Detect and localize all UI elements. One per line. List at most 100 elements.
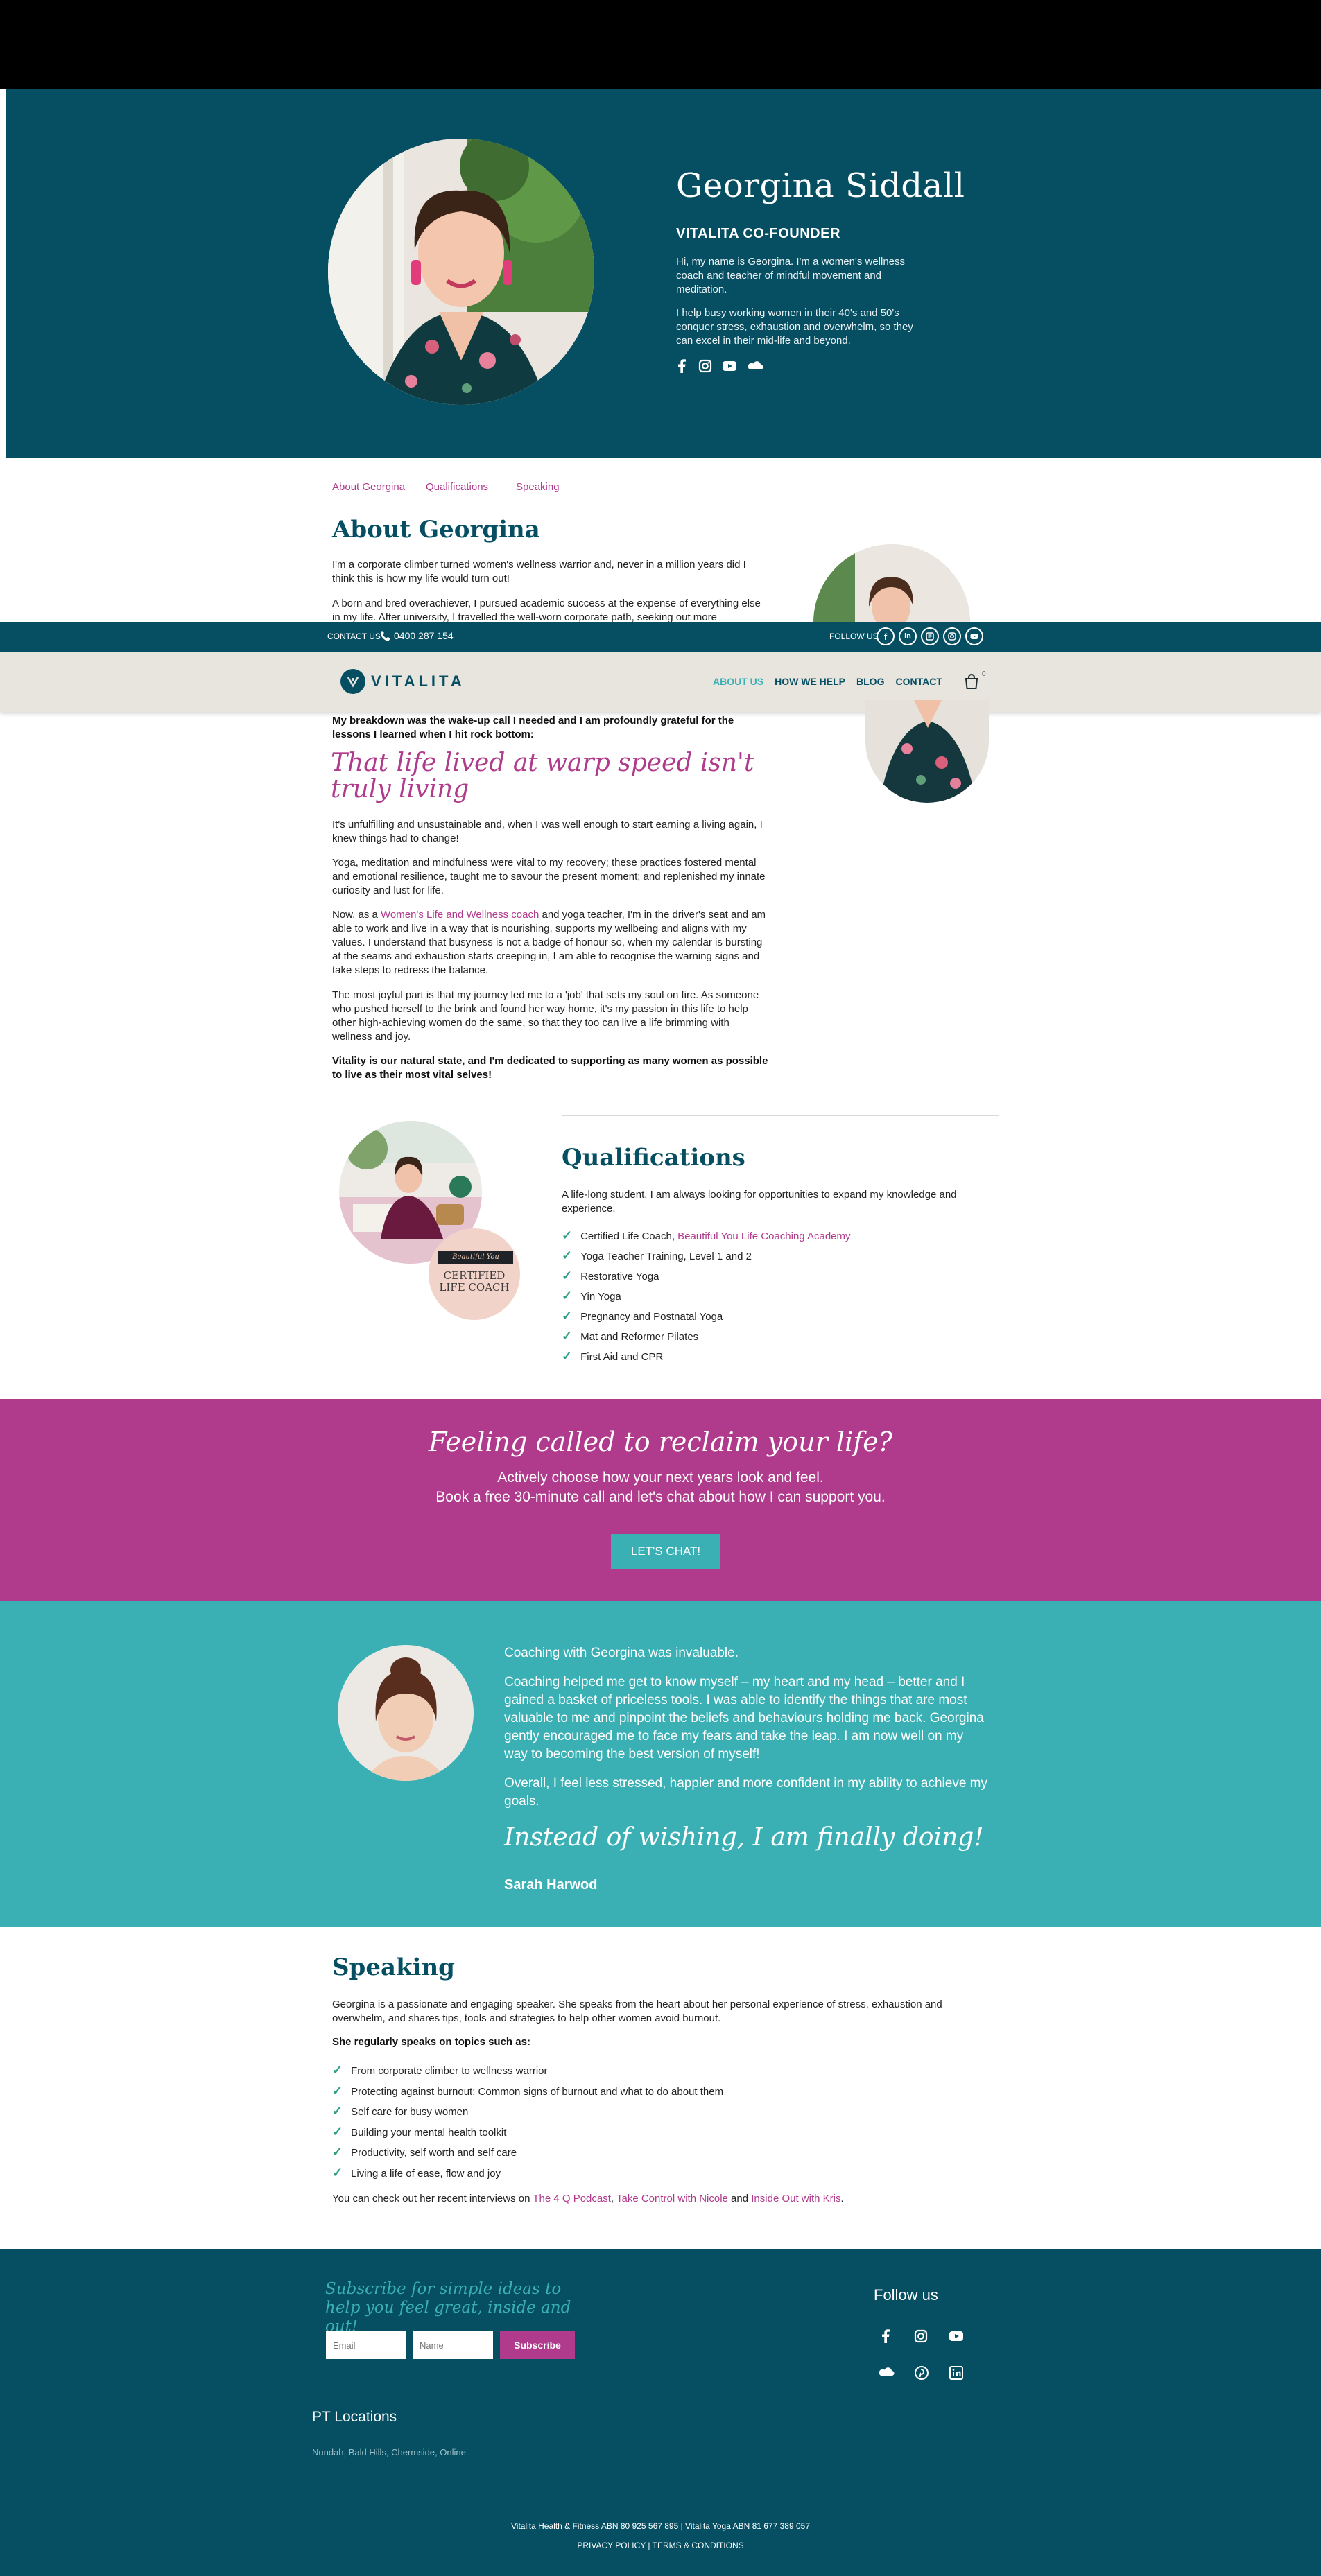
subscribe-heading: Subscribe for simple ideas to help you f… xyxy=(325,2280,571,2335)
footer: Subscribe for simple ideas to help you f… xyxy=(0,2249,1321,2576)
phone-link[interactable]: 0400 287 154 xyxy=(394,630,454,641)
linkedin-icon[interactable]: in xyxy=(899,627,917,645)
check-icon: ✓ xyxy=(332,2104,343,2118)
contact-us-label: CONTACT US xyxy=(327,632,381,641)
legal-text: Vitalita Health & Fitness ABN 80 925 567… xyxy=(511,2521,810,2531)
about-p5-text-a: Now, as a xyxy=(332,909,381,921)
testimonial-lead: Coaching with Georgina was invaluable. xyxy=(504,1646,739,1660)
cta-section: Feeling called to reclaim your life? Act… xyxy=(0,1399,1321,1601)
nav-about-us[interactable]: ABOUT US xyxy=(713,676,763,687)
check-icon: ✓ xyxy=(562,1289,573,1303)
badge-title: CERTIFIED LIFE COACH xyxy=(439,1269,510,1294)
about-p1: I'm a corporate climber turned women's w… xyxy=(332,559,746,584)
check-icon: ✓ xyxy=(332,2124,343,2139)
instagram-icon[interactable] xyxy=(914,2329,928,2347)
interviews-and: and xyxy=(727,2193,752,2204)
anchor-qualifications[interactable]: Qualifications xyxy=(426,481,516,493)
list-item: ✓ Yin Yoga xyxy=(562,1289,851,1309)
anchor-about[interactable]: About Georgina xyxy=(332,481,426,493)
list-item: ✓ First Aid and CPR xyxy=(562,1349,851,1369)
check-icon: ✓ xyxy=(562,1269,573,1282)
certified-life-coach-badge: Beautiful You CERTIFIED LIFE COACH xyxy=(429,1228,520,1320)
facebook-icon[interactable]: f xyxy=(877,627,895,645)
beautiful-you-link[interactable]: Beautiful You Life Coaching Academy xyxy=(677,1230,850,1242)
wellness-coach-link[interactable]: Women's Life and Wellness coach xyxy=(381,909,539,921)
check-icon: ✓ xyxy=(332,2165,343,2179)
cart-icon[interactable] xyxy=(964,673,979,693)
cta-line-2: Book a free 30-minute call and let's cha… xyxy=(435,1489,886,1505)
nav-contact[interactable]: CONTACT xyxy=(895,676,942,687)
testimonial-author: Sarah Harwod xyxy=(504,1877,598,1892)
hero-intro-2: I help busy working women in their 40's … xyxy=(676,307,913,347)
phone-icon xyxy=(380,630,391,646)
terms-link[interactable]: TERMS & CONDITIONS xyxy=(653,2541,744,2550)
topic-text: Living a life of ease, flow and joy xyxy=(351,2167,501,2179)
cta-line-1: Actively choose how your next years look… xyxy=(497,1470,824,1486)
soundcloud-icon[interactable] xyxy=(878,2365,895,2384)
list-item: ✓ Living a life of ease, flow and joy xyxy=(332,2166,723,2186)
qualification-text: Yin Yoga xyxy=(580,1291,621,1303)
check-icon: ✓ xyxy=(562,1309,573,1323)
linkedin-icon[interactable] xyxy=(949,2365,964,2384)
interviews-period: . xyxy=(840,2193,844,2204)
topic-text: Building your mental health toolkit xyxy=(351,2126,507,2139)
inside-out-link[interactable]: Inside Out with Kris xyxy=(751,2193,840,2204)
vitalita-logo-text: VITALITA xyxy=(371,672,465,690)
list-item: ✓ Certified Life Coach, Beautiful You Lif… xyxy=(562,1228,851,1248)
check-icon: ✓ xyxy=(562,1248,573,1262)
youtube-icon[interactable] xyxy=(965,627,983,645)
topic-text: Self care for busy women xyxy=(351,2106,469,2118)
list-item: ✓ Protecting against burnout: Common sign… xyxy=(332,2084,723,2105)
about-p7: Vitality is our natural state, and I'm d… xyxy=(332,1055,768,1081)
speaking-topics-label: She regularly speaks on topics such as: xyxy=(332,2036,530,2048)
about-title: About Georgina xyxy=(332,516,540,543)
list-item: ✓ Mat and Reformer Pilates xyxy=(562,1329,851,1349)
take-control-link[interactable]: Take Control with Nicole xyxy=(616,2193,728,2204)
anchor-speaking[interactable]: Speaking xyxy=(516,481,560,493)
qualification-text: Mat and Reformer Pilates xyxy=(580,1331,699,1343)
facebook-icon[interactable] xyxy=(676,359,689,373)
follow-us-label: FOLLOW US xyxy=(829,632,879,641)
about-portrait-bottom xyxy=(865,700,989,803)
footer-social-row-2 xyxy=(878,2365,964,2384)
testimonial-avatar xyxy=(338,1645,474,1781)
qualification-text: First Aid and CPR xyxy=(580,1351,664,1363)
speaking-topics-list: ✓ From corporate climber to wellness warr… xyxy=(332,2063,723,2186)
hero-section: Georgina Siddall VITALITA CO-FOUNDER Hi,… xyxy=(6,89,1321,458)
nav-how-we-help[interactable]: HOW WE HELP xyxy=(775,676,845,687)
footer-social-row-1 xyxy=(879,2329,964,2347)
testimonial-quote: Instead of wishing, I am finally doing! xyxy=(504,1823,984,1852)
vitalita-logo[interactable]: VITALITA xyxy=(340,669,465,694)
youtube-icon[interactable] xyxy=(949,2329,964,2347)
anchor-nav: About Georgina Qualifications Speaking xyxy=(332,481,560,493)
youtube-icon[interactable] xyxy=(722,359,737,373)
pinterest-icon[interactable] xyxy=(914,2365,929,2384)
topic-text: From corporate climber to wellness warri… xyxy=(351,2065,548,2077)
soundcloud-icon[interactable] xyxy=(747,359,763,373)
privacy-policy-link[interactable]: PRIVACY POLICY xyxy=(577,2541,646,2550)
blog-icon[interactable] xyxy=(921,627,939,645)
locations-list: Nundah, Bald Hills, Chermside, Online xyxy=(312,2447,466,2457)
email-input[interactable] xyxy=(326,2331,406,2359)
check-icon: ✓ xyxy=(562,1349,573,1363)
testimonial-body-2: Overall, I feel less stressed, happier a… xyxy=(504,1776,987,1809)
georgina-portrait xyxy=(328,139,594,405)
subscribe-button[interactable]: Subscribe xyxy=(500,2331,575,2359)
facebook-icon[interactable] xyxy=(879,2329,893,2347)
cart-count: 0 xyxy=(982,670,986,678)
qualifications-list: ✓ Certified Life Coach, Beautiful You Lif… xyxy=(562,1228,851,1369)
qualification-text: Certified Life Coach, xyxy=(580,1230,678,1242)
four-q-podcast-link[interactable]: The 4 Q Podcast xyxy=(533,2193,611,2204)
about-p3: It's unfulfilling and unsustainable and,… xyxy=(332,819,763,844)
main-nav: VITALITA ABOUT US HOW WE HELP BLOG CONTA… xyxy=(0,652,1321,712)
instagram-icon[interactable] xyxy=(943,627,961,645)
footer-link-separator: | xyxy=(646,2541,653,2550)
section-divider xyxy=(562,1115,999,1116)
speaking-interviews: You can check out her recent interviews … xyxy=(332,2193,1026,2204)
lets-chat-button[interactable]: LET'S CHAT! xyxy=(611,1534,720,1569)
check-icon: ✓ xyxy=(332,2145,343,2159)
check-icon: ✓ xyxy=(562,1329,573,1343)
instagram-icon[interactable] xyxy=(698,359,712,373)
nav-blog[interactable]: BLOG xyxy=(856,676,884,687)
name-input[interactable] xyxy=(413,2331,493,2359)
